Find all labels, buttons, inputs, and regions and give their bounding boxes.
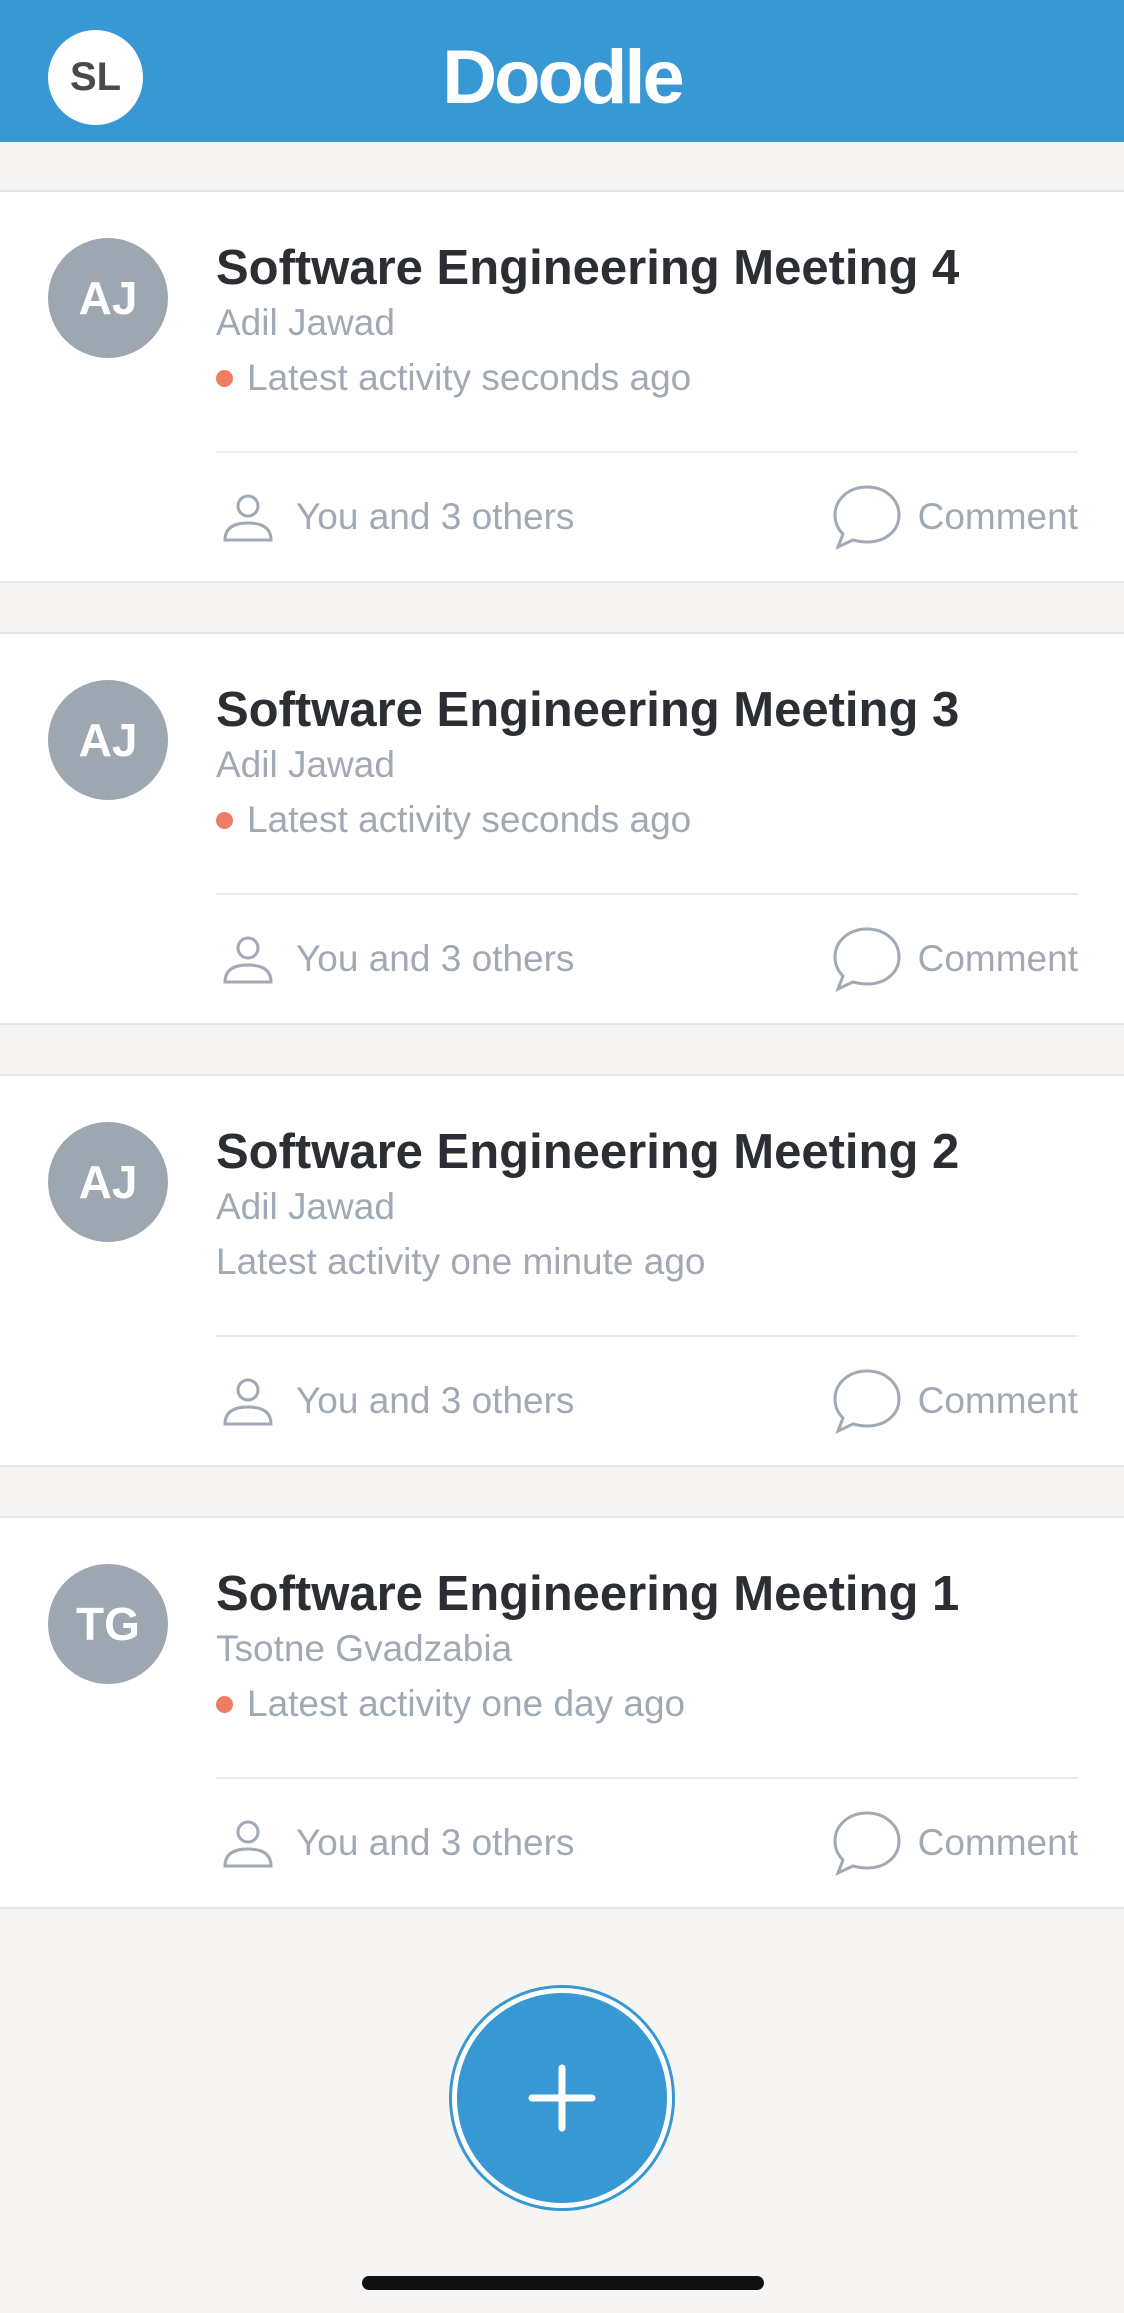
owner-avatar: AJ — [48, 238, 168, 358]
doodle-logo: Doodle — [442, 35, 685, 120]
owner-avatar: AJ — [48, 1122, 168, 1242]
poll-owner: Tsotne Gvadzabia — [216, 1628, 513, 1669]
person-icon — [223, 1820, 273, 1868]
poll-title: Software Engineering Meeting 1 — [216, 1567, 960, 1621]
comment-button[interactable]: Comment — [832, 1366, 1078, 1436]
comment-button[interactable]: Comment — [832, 1808, 1078, 1878]
poll-activity: Latest activity seconds ago — [216, 799, 691, 841]
participants-button[interactable]: You and 3 others — [222, 482, 574, 552]
speech-bubble-icon — [833, 1369, 901, 1434]
participants-label: You and 3 others — [296, 938, 575, 979]
speech-bubble-icon — [833, 927, 901, 992]
activity-text: Latest activity one minute ago — [216, 1241, 706, 1282]
home-indicator[interactable] — [362, 2276, 764, 2290]
poll-owner: Adil Jawad — [216, 744, 395, 785]
poll-activity: Latest activity seconds ago — [216, 357, 691, 399]
person-icon — [223, 494, 273, 542]
participants-button[interactable]: You and 3 others — [222, 1808, 574, 1878]
divider — [216, 893, 1078, 895]
plus-icon — [528, 2064, 596, 2132]
poll-card[interactable]: TG Software Engineering Meeting 1 Tsotne… — [0, 1516, 1124, 1909]
poll-activity: Latest activity one minute ago — [216, 1241, 706, 1283]
participants-label: You and 3 others — [296, 496, 575, 537]
participants-button[interactable]: You and 3 others — [222, 924, 574, 994]
speech-bubble-icon — [833, 485, 901, 550]
speech-bubble-icon — [833, 1811, 901, 1876]
poll-card[interactable]: AJ Software Engineering Meeting 4 Adil J… — [0, 190, 1124, 583]
divider — [216, 451, 1078, 453]
poll-owner: Adil Jawad — [216, 1186, 395, 1227]
poll-card[interactable]: AJ Software Engineering Meeting 2 Adil J… — [0, 1074, 1124, 1467]
poll-activity: Latest activity one day ago — [216, 1683, 685, 1725]
unread-dot-icon — [216, 369, 233, 387]
person-icon — [223, 1378, 273, 1426]
create-poll-button[interactable] — [452, 1988, 672, 2208]
owner-avatar: AJ — [48, 680, 168, 800]
activity-text: Latest activity seconds ago — [247, 799, 692, 840]
poll-title: Software Engineering Meeting 2 — [216, 1125, 960, 1179]
poll-owner: Adil Jawad — [216, 302, 395, 343]
activity-text: Latest activity one day ago — [247, 1683, 686, 1724]
comment-label: Comment — [917, 1822, 1078, 1863]
owner-avatar: TG — [48, 1564, 168, 1684]
poll-card[interactable]: AJ Software Engineering Meeting 3 Adil J… — [0, 632, 1124, 1025]
participants-label: You and 3 others — [296, 1822, 575, 1863]
comment-button[interactable]: Comment — [832, 482, 1078, 552]
poll-title: Software Engineering Meeting 4 — [216, 241, 960, 295]
app-header: SL Doodle — [0, 0, 1124, 142]
comment-label: Comment — [917, 938, 1078, 979]
activity-text: Latest activity seconds ago — [247, 357, 692, 398]
divider — [216, 1777, 1078, 1779]
unread-dot-icon — [216, 1695, 233, 1713]
participants-button[interactable]: You and 3 others — [222, 1366, 574, 1436]
person-icon — [223, 936, 273, 984]
comment-label: Comment — [917, 496, 1078, 537]
poll-title: Software Engineering Meeting 3 — [216, 683, 960, 737]
unread-dot-icon — [216, 811, 233, 829]
comment-label: Comment — [917, 1380, 1078, 1421]
participants-label: You and 3 others — [296, 1380, 575, 1421]
comment-button[interactable]: Comment — [832, 924, 1078, 994]
divider — [216, 1335, 1078, 1337]
